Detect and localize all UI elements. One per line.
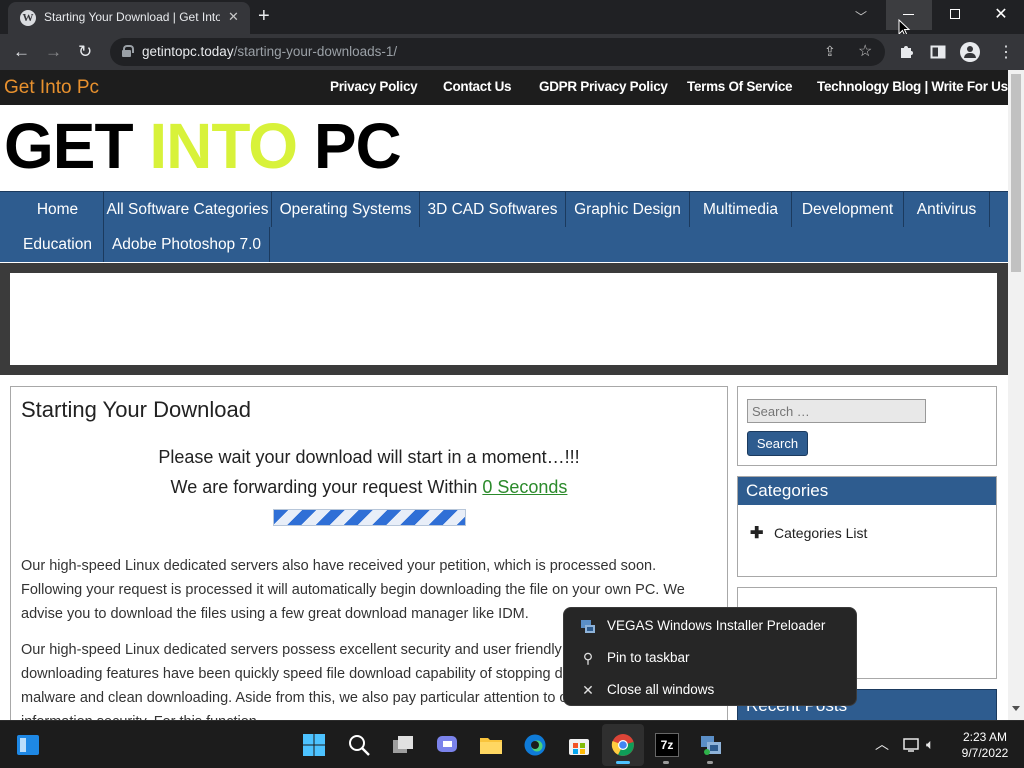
nav-3d-cad[interactable]: 3D CAD Softwares	[420, 192, 566, 227]
jumplist-item-installer[interactable]: VEGAS Windows Installer Preloader	[564, 610, 856, 642]
nav-development[interactable]: Development	[792, 192, 904, 227]
menu-kebab-icon[interactable]: ⋮	[998, 42, 1014, 62]
microsoft-store-icon[interactable]	[567, 733, 591, 757]
show-desktop-widget-icon[interactable]	[16, 733, 40, 757]
back-arrow-icon[interactable]: ←	[13, 42, 30, 62]
network-icon[interactable]	[903, 737, 919, 753]
browser-tab-active[interactable]: W Starting Your Download | Get Into PC ✕	[8, 2, 250, 34]
bookmark-star-icon[interactable]: ☆	[858, 41, 872, 61]
windows-start-icon[interactable]	[302, 733, 326, 757]
installer-running-indicator	[707, 761, 713, 764]
nav-education[interactable]: Education	[12, 227, 104, 262]
minimize-icon	[903, 14, 914, 15]
scrollbar-thumb[interactable]	[1011, 74, 1021, 272]
search-input[interactable]	[747, 399, 926, 423]
side-panel-icon[interactable]	[930, 44, 946, 60]
installer-icon	[581, 620, 595, 633]
nav-home[interactable]: Home	[12, 192, 104, 227]
chrome-browser-icon[interactable]	[611, 733, 635, 757]
tray-overflow-chevron-icon[interactable]: ︿	[875, 734, 889, 754]
ad-band	[0, 263, 1008, 375]
sidebar-search-widget: Search	[737, 386, 997, 466]
wordpress-icon: W	[20, 10, 36, 26]
tab-close-icon[interactable]: ✕	[228, 9, 239, 25]
nav-all-software[interactable]: All Software Categories	[104, 192, 272, 227]
top-link-gdpr[interactable]: GDPR Privacy Policy	[539, 79, 668, 94]
plus-icon: ✚	[750, 525, 764, 542]
task-view-icon[interactable]	[391, 733, 415, 757]
site-logo[interactable]: GET INTO PC	[4, 110, 402, 182]
window-close-button[interactable]: ✕	[978, 0, 1024, 30]
page-scrollbar[interactable]	[1008, 70, 1024, 720]
jumplist-item-close-all[interactable]: ✕ Close all windows	[564, 674, 856, 706]
main-navigation: Home All Software Categories Operating S…	[0, 191, 1008, 262]
sidebar-categories-widget: Categories ✚ Categories List	[737, 476, 997, 577]
pin-icon: ⚲	[582, 650, 594, 666]
forward-arrow-icon[interactable]: →	[45, 42, 62, 62]
address-bar[interactable]: getintopc.today/starting-your-downloads-…	[110, 38, 885, 66]
system-clock[interactable]: 2:23 AM 9/7/2022	[958, 729, 1012, 761]
7zip-running-indicator	[663, 761, 669, 764]
wait-message: Please wait your download will start in …	[158, 447, 580, 467]
extensions-puzzle-icon[interactable]	[898, 44, 914, 60]
edge-browser-icon[interactable]	[523, 733, 547, 757]
browser-tab-strip: W Starting Your Download | Get Into PC ✕…	[0, 0, 1024, 37]
profile-avatar-icon[interactable]	[960, 42, 980, 62]
chrome-active-indicator	[616, 761, 630, 764]
nav-graphic-design[interactable]: Graphic Design	[566, 192, 690, 227]
site-name-link[interactable]: Get Into Pc	[4, 77, 99, 99]
teams-chat-icon[interactable]	[435, 733, 459, 757]
nav-multimedia[interactable]: Multimedia	[690, 192, 792, 227]
top-link-privacy[interactable]: Privacy Policy	[330, 79, 418, 94]
page-title: Starting Your Download	[21, 397, 251, 422]
volume-icon[interactable]: 🔈︎	[926, 736, 934, 753]
nav-operating-systems[interactable]: Operating Systems	[272, 192, 420, 227]
search-button[interactable]: Search	[747, 431, 808, 456]
ad-slot	[10, 273, 997, 365]
countdown-link[interactable]: 0 Seconds	[482, 477, 567, 497]
url-text[interactable]: getintopc.today/starting-your-downloads-…	[142, 44, 397, 59]
windows-taskbar: 7z ︿ 🔈︎ 2:23 AM 9/7/2022	[0, 720, 1024, 768]
close-icon: ✕	[582, 682, 594, 698]
taskbar-jump-list: VEGAS Windows Installer Preloader ⚲ Pin …	[563, 607, 857, 706]
forward-message: We are forwarding your request Within 0 …	[170, 477, 568, 497]
share-icon[interactable]: ⇪	[824, 43, 836, 60]
tab-search-chevron-icon[interactable]: ﹀	[855, 8, 867, 25]
file-explorer-icon[interactable]	[479, 733, 503, 757]
jumplist-item-pin[interactable]: ⚲ Pin to taskbar	[564, 642, 856, 674]
search-icon[interactable]	[347, 733, 371, 757]
restore-button[interactable]	[932, 0, 978, 30]
browser-toolbar: ← → ↻ getintopc.today/starting-your-down…	[0, 34, 1024, 70]
top-link-terms[interactable]: Terms Of Service	[687, 79, 793, 94]
nav-adobe-photoshop[interactable]: Adobe Photoshop 7.0	[104, 227, 270, 262]
download-progress-bar	[273, 509, 466, 526]
reload-icon[interactable]: ↻	[78, 42, 92, 62]
restore-icon	[950, 9, 960, 19]
new-tab-icon[interactable]: +	[258, 5, 270, 28]
7zip-icon[interactable]: 7z	[655, 733, 679, 757]
categories-list-item[interactable]: ✚ Categories List	[750, 523, 867, 543]
tab-title: Starting Your Download | Get Into PC	[44, 10, 220, 24]
lock-icon[interactable]	[122, 45, 134, 57]
site-top-bar: Get Into Pc Privacy Policy Contact Us GD…	[0, 70, 1008, 105]
installer-app-icon[interactable]	[699, 733, 723, 757]
top-link-contact[interactable]: Contact Us	[443, 79, 512, 94]
scroll-down-arrow-icon[interactable]	[1012, 706, 1020, 711]
categories-header: Categories	[738, 477, 996, 505]
top-link-write-for-us[interactable]: Technology Blog | Write For Us	[817, 79, 1008, 94]
nav-antivirus[interactable]: Antivirus	[904, 192, 990, 227]
